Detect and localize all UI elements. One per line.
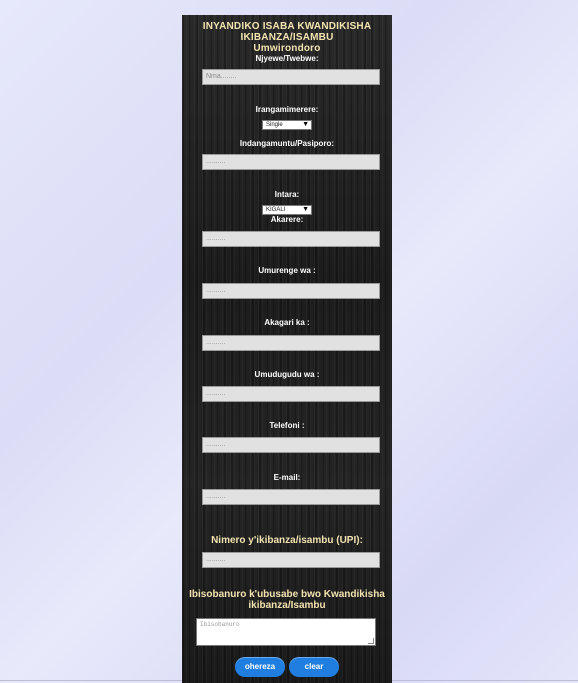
id-passport-label: Indangamuntu/Pasiporo: — [239, 139, 335, 148]
sector-input[interactable]: .......... — [202, 283, 380, 299]
marital-status-label: Irangamimerere: — [255, 105, 319, 114]
marital-status-select[interactable]: Single ▼ — [262, 120, 312, 130]
notes-placeholder: Ibisobanuro — [200, 621, 240, 628]
sector-label: Umurenge wa : — [258, 266, 316, 275]
notes-textarea[interactable]: Ibisobanuro — [196, 618, 376, 646]
resize-handle-icon[interactable] — [368, 638, 374, 644]
notes-label-line1: Ibisobanuro k'ubusabe bwo Kwandikisha — [189, 589, 385, 600]
phone-label: Telefoni : — [269, 421, 305, 430]
province-label: Intara: — [274, 190, 300, 199]
names-label: Njyewe/Twebwe: — [255, 54, 319, 63]
clear-button[interactable]: clear — [289, 657, 339, 677]
submit-button[interactable]: ohereza — [235, 657, 285, 677]
phone-input[interactable]: .......... — [202, 437, 380, 453]
village-label: Umudugudu wa : — [254, 370, 320, 379]
email-label: E-mail: — [273, 473, 301, 482]
dropdown-arrow-icon: ▼ — [302, 121, 309, 128]
district-input[interactable]: .......... — [202, 231, 380, 247]
names-input[interactable]: Nma........ — [202, 69, 380, 85]
form-subtitle: Umwirondoro — [253, 43, 321, 54]
notes-label-line2: ikibanza/Isambu — [248, 600, 326, 611]
district-label: Akarere: — [270, 215, 304, 224]
province-value: KIGALI — [266, 207, 286, 213]
province-select[interactable]: KIGALI ▼ — [262, 205, 312, 215]
dropdown-arrow-icon: ▼ — [302, 206, 309, 213]
cell-input[interactable]: .......... — [202, 335, 380, 351]
upi-label: Nimero y'ikibanza/isambu (UPI): — [211, 535, 363, 546]
cell-label: Akagari ka : — [264, 318, 310, 327]
village-input[interactable]: .......... — [202, 386, 380, 402]
id-passport-input[interactable]: .......... — [202, 154, 380, 170]
form-title-line1: INYANDIKO ISABA KWANDIKISHA — [202, 21, 372, 32]
application-form-panel: INYANDIKO ISABA KWANDIKISHA IKIBANZA/ISA… — [182, 15, 392, 683]
upi-input[interactable]: .......... — [202, 552, 380, 568]
marital-status-value: Single — [266, 122, 283, 128]
email-input[interactable]: .......... — [202, 489, 380, 505]
form-title-line2: IKIBANZA/ISAMBU — [240, 32, 334, 43]
